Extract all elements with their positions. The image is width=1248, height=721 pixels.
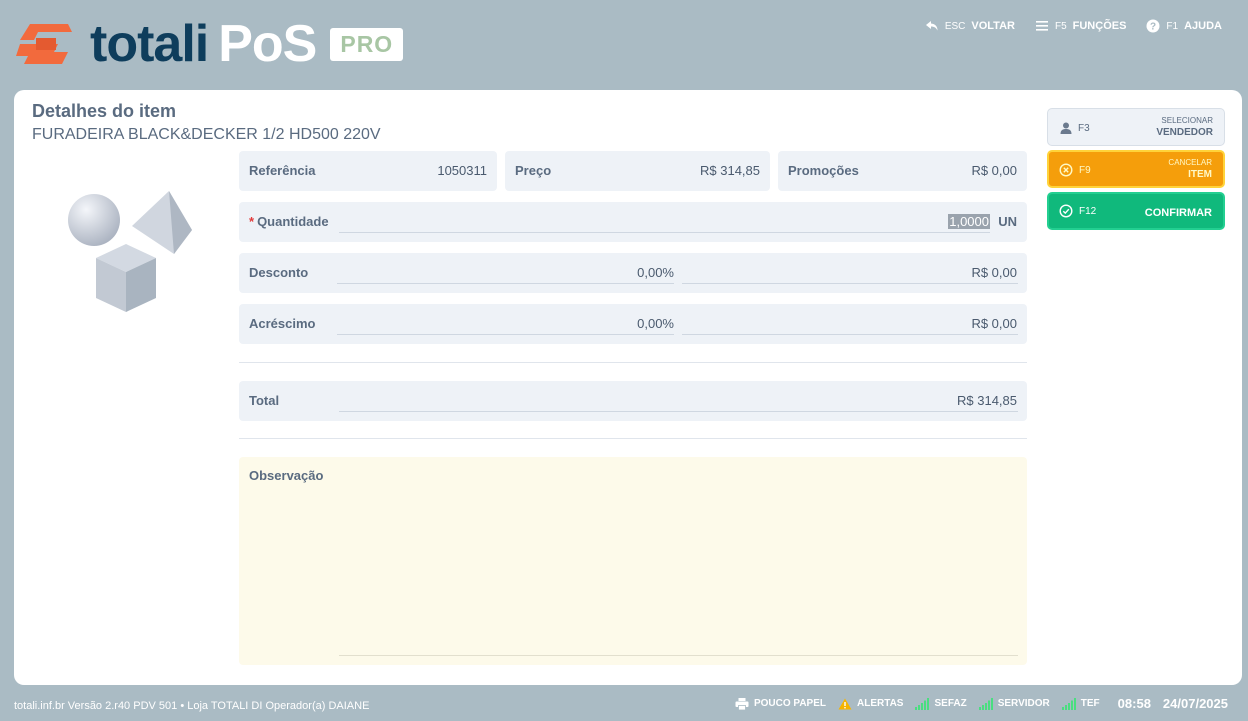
confirm-label: CONFIRMAR	[1144, 207, 1212, 219]
functions-label: FUNÇÕES	[1072, 20, 1127, 32]
promocoes-label: Promoções	[788, 163, 859, 178]
desconto-field: Desconto 0,00% R$ 0,00	[239, 253, 1027, 293]
cancel-circle-icon	[1059, 163, 1073, 177]
desconto-value-input[interactable]: R$ 0,00	[971, 265, 1017, 280]
user-icon	[1060, 122, 1072, 134]
logo-icon	[16, 18, 76, 70]
required-marker: *	[249, 214, 255, 229]
divider	[239, 438, 1027, 439]
back-label: VOLTAR	[971, 20, 1015, 32]
brand-pos: PoS	[218, 15, 317, 73]
pro-badge: PRO	[330, 27, 404, 61]
promocoes-value: R$ 0,00	[971, 163, 1017, 178]
cancel-item-button[interactable]: F9 CANCELAR ITEM	[1047, 150, 1225, 188]
desconto-percent-input[interactable]: 0,00%	[637, 265, 674, 280]
functions-key: F5	[1054, 20, 1067, 32]
quantidade-input[interactable]: 1,0000	[948, 214, 990, 229]
vendor-big-label: VENDEDOR	[1156, 127, 1213, 138]
acrescimo-label: Acréscimo	[249, 316, 316, 331]
vendor-small-label: SELECIONAR	[1161, 116, 1213, 125]
tef-status: TEF	[1061, 697, 1100, 710]
back-arrow-icon	[925, 21, 938, 31]
referencia-label: Referência	[249, 163, 316, 178]
clock-time: 08:58	[1117, 696, 1151, 711]
alerts-label: ALERTAS	[857, 698, 904, 709]
product-placeholder-image	[68, 191, 192, 312]
alerts-status[interactable]: ALERTAS	[838, 698, 903, 710]
functions-button[interactable]: F5 FUNÇÕES	[1035, 19, 1126, 33]
vendor-key: F3	[1078, 123, 1090, 134]
cancel-key: F9	[1079, 165, 1091, 176]
confirm-key: F12	[1079, 206, 1097, 217]
footer-info: totali.inf.br Versão 2.r40 PDV 501 • Loj…	[14, 700, 370, 712]
paper-label: POUCO PAPEL	[753, 698, 826, 709]
product-name: FURADEIRA BLACK&DECKER 1/2 HD500 220V	[32, 126, 381, 143]
referencia-value: 1050311	[437, 163, 487, 178]
sefaz-label: SEFAZ	[934, 698, 967, 709]
quantidade-underline	[339, 232, 990, 233]
desconto-value-underline	[682, 283, 1018, 284]
back-button[interactable]: ESC VOLTAR	[925, 19, 1015, 33]
cancel-small-label: CANCELAR	[1168, 158, 1212, 167]
svg-text:?: ?	[1150, 22, 1156, 33]
status-bar: POUCO PAPEL ALERTAS SEFAZ SERVIDOR TEF 0…	[735, 696, 1228, 711]
acrescimo-value-input[interactable]: R$ 0,00	[971, 316, 1017, 331]
help-icon: ?	[1146, 19, 1160, 33]
paper-status[interactable]: POUCO PAPEL	[735, 697, 826, 710]
select-vendor-button[interactable]: F3 SELECIONAR VENDEDOR	[1047, 108, 1225, 146]
desconto-label: Desconto	[249, 265, 309, 280]
acrescimo-value-underline	[682, 334, 1018, 335]
help-label: AJUDA	[1184, 20, 1222, 32]
confirm-button[interactable]: F12 CONFIRMAR	[1047, 192, 1225, 230]
quantidade-label: Quantidade	[257, 214, 329, 229]
help-key: F1	[1166, 20, 1179, 32]
total-label: Total	[249, 393, 280, 408]
quantidade-label-wrap: * Quantidade	[249, 214, 329, 229]
total-field: Total R$ 314,85	[239, 381, 1027, 421]
observacao-field[interactable]: Observação	[239, 457, 1027, 665]
observacao-underline	[339, 655, 1018, 656]
tef-label: TEF	[1080, 698, 1100, 709]
quantidade-field[interactable]: * Quantidade 1,0000 UN	[239, 202, 1027, 242]
quantidade-unit: UN	[998, 214, 1017, 229]
total-underline	[339, 411, 1018, 412]
sefaz-status: SEFAZ	[915, 697, 967, 710]
acrescimo-percent-input[interactable]: 0,00%	[637, 316, 674, 331]
acrescimo-percent-underline	[337, 334, 674, 335]
observacao-label: Observação	[249, 468, 324, 483]
help-button[interactable]: ? F1 AJUDA	[1146, 19, 1222, 33]
preco-field: Preço R$ 314,85	[505, 151, 770, 191]
check-circle-icon	[1059, 204, 1073, 218]
promocoes-field: Promoções R$ 0,00	[778, 151, 1027, 191]
preco-value: R$ 314,85	[700, 163, 760, 178]
signal-icon	[1061, 697, 1076, 710]
app-logo: totali PoS PRO	[16, 15, 404, 73]
acrescimo-field: Acréscimo 0,00% R$ 0,00	[239, 304, 1027, 344]
divider	[239, 362, 1027, 363]
top-nav: ESC VOLTAR F5 FUNÇÕES ? F1 AJUDA	[925, 19, 1222, 33]
brand-name: totali PoS	[90, 15, 317, 73]
signal-icon	[915, 697, 930, 710]
clock-date: 24/07/2025	[1162, 696, 1228, 711]
printer-icon	[735, 697, 749, 710]
warning-icon	[838, 698, 852, 709]
server-label: SERVIDOR	[997, 698, 1050, 709]
back-key: ESC	[944, 20, 966, 32]
desconto-percent-underline	[337, 283, 674, 284]
preco-label: Preço	[515, 163, 552, 178]
menu-icon	[1035, 21, 1048, 31]
cancel-big-label: ITEM	[1188, 169, 1212, 180]
total-value: R$ 314,85	[957, 393, 1017, 408]
signal-icon	[978, 697, 993, 710]
page-title: Detalhes do item	[32, 101, 177, 121]
server-status: SERVIDOR	[978, 697, 1050, 710]
referencia-field: Referência 1050311	[239, 151, 497, 191]
